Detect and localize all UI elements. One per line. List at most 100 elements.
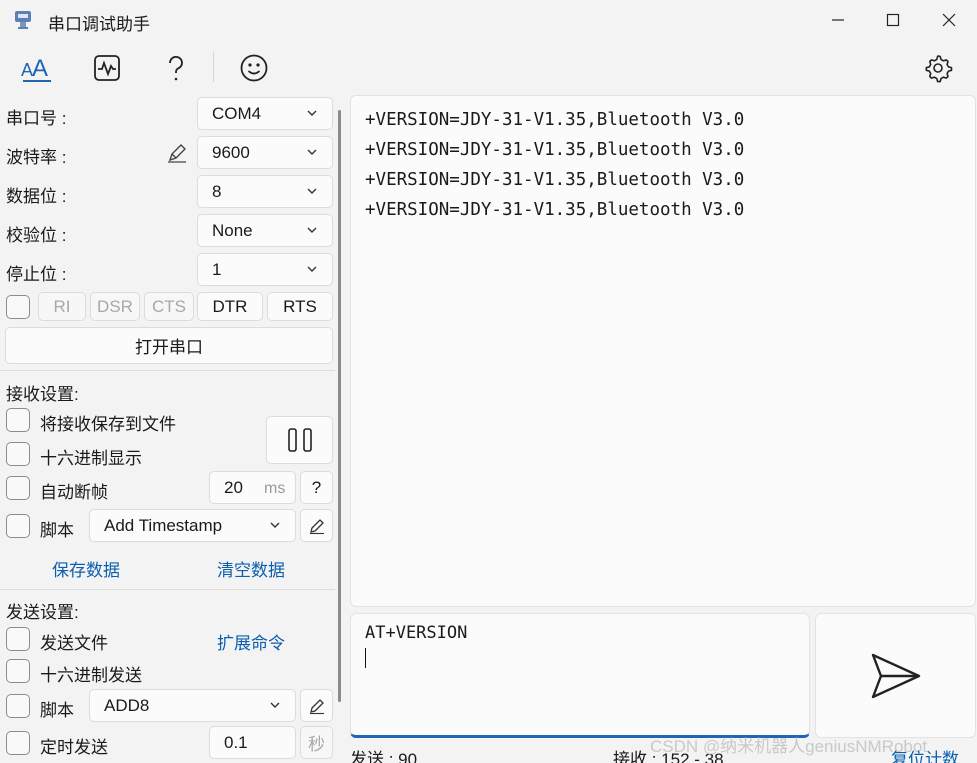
send-input[interactable]: AT+VERSION xyxy=(350,613,810,738)
waveform-toolbar-button[interactable] xyxy=(87,48,127,88)
feedback-toolbar-button[interactable] xyxy=(234,48,274,88)
close-icon xyxy=(942,13,956,27)
frame-help-button[interactable]: ? xyxy=(300,471,333,504)
question-icon xyxy=(169,55,183,81)
chevron-down-icon xyxy=(307,149,317,155)
databits-select[interactable]: 8 xyxy=(197,175,333,208)
title-bar: 串口调试助手 xyxy=(0,0,977,40)
cts-indicator: CTS xyxy=(144,292,194,321)
save-data-link[interactable]: 保存数据 xyxy=(52,556,120,581)
send-script-select[interactable]: ADD8 xyxy=(89,689,296,722)
text-caret xyxy=(365,648,366,668)
timed-send-unit: 秒 xyxy=(300,726,333,759)
font-icon: A A xyxy=(21,55,51,82)
timed-send-interval-input[interactable]: 0.1 xyxy=(209,726,296,759)
save-to-file-label: 将接收保存到文件 xyxy=(40,415,176,434)
databits-value: 8 xyxy=(212,181,222,201)
baud-value: 9600 xyxy=(212,142,250,162)
stopbits-value: 1 xyxy=(212,259,222,279)
window-title: 串口调试助手 xyxy=(48,15,150,34)
font-toolbar-button[interactable]: A A xyxy=(16,48,56,88)
port-select[interactable]: COM4 xyxy=(197,97,333,130)
save-to-file-checkbox[interactable] xyxy=(6,408,30,432)
send-script-value: ADD8 xyxy=(104,695,150,715)
pen-icon xyxy=(168,144,186,163)
chevron-down-icon xyxy=(270,522,280,528)
baud-edit-button[interactable] xyxy=(165,141,189,165)
receive-line: +VERSION=JDY-31-V1.35,Bluetooth V3.0 xyxy=(365,200,745,220)
reset-count-link[interactable]: 复位计数 xyxy=(891,745,959,763)
send-script-checkbox[interactable] xyxy=(6,694,30,718)
dsr-indicator: DSR xyxy=(90,292,140,321)
auto-frame-checkbox[interactable] xyxy=(6,476,30,500)
send-button[interactable] xyxy=(815,613,976,738)
dtr-button[interactable]: DTR xyxy=(197,292,263,321)
ri-indicator: RI xyxy=(38,292,86,321)
rts-button[interactable]: RTS xyxy=(267,292,333,321)
timed-send-label: 定时发送 xyxy=(40,738,108,757)
parity-select[interactable]: None xyxy=(197,214,333,247)
pen-icon xyxy=(309,518,324,534)
frame-timeout-unit: ms xyxy=(264,480,286,497)
hex-send-checkbox[interactable] xyxy=(6,659,30,683)
settings-toolbar-button[interactable] xyxy=(918,48,958,88)
timed-send-checkbox[interactable] xyxy=(6,731,30,755)
extend-command-link[interactable]: 扩展命令 xyxy=(217,629,285,654)
close-button[interactable] xyxy=(921,0,977,40)
chevron-down-icon xyxy=(270,702,280,708)
left-panel-scrollbar[interactable] xyxy=(338,110,341,702)
stopbits-select[interactable]: 1 xyxy=(197,253,333,286)
send-settings-title: 发送设置: xyxy=(6,603,79,622)
timed-send-interval-value: 0.1 xyxy=(224,732,248,752)
watermark: CSDN @纳米机器人geniusNMRobot xyxy=(650,737,928,756)
gear-icon xyxy=(925,55,953,83)
port-label: 串口号 : xyxy=(6,109,67,128)
waveform-icon xyxy=(94,55,120,81)
clear-data-link[interactable]: 清空数据 xyxy=(217,556,285,581)
send-file-checkbox[interactable] xyxy=(6,627,30,651)
hex-display-checkbox[interactable] xyxy=(6,442,30,466)
sent-count: 发送 : 90 xyxy=(350,750,418,763)
send-script-label: 脚本 xyxy=(40,701,74,720)
port-value: COM4 xyxy=(212,103,262,123)
maximize-button[interactable] xyxy=(865,0,921,40)
divider xyxy=(0,589,335,590)
frame-timeout-value: 20 xyxy=(224,477,243,497)
chevron-down-icon xyxy=(307,227,317,233)
parity-value: None xyxy=(212,220,253,240)
receive-line: +VERSION=JDY-31-V1.35,Bluetooth V3.0 xyxy=(365,110,745,130)
auto-frame-label: 自动断帧 xyxy=(40,483,108,502)
help-toolbar-button[interactable] xyxy=(156,48,196,88)
minimize-button[interactable] xyxy=(810,0,866,40)
stopbits-label: 停止位 : xyxy=(6,265,67,284)
pause-icon xyxy=(287,428,312,452)
smiley-icon xyxy=(240,54,268,82)
receive-script-edit-button[interactable] xyxy=(300,509,333,542)
receive-script-checkbox[interactable] xyxy=(6,514,30,538)
pause-button[interactable] xyxy=(266,416,333,464)
receive-script-value: Add Timestamp xyxy=(104,515,223,535)
send-icon xyxy=(871,653,920,698)
receive-line: +VERSION=JDY-31-V1.35,Bluetooth V3.0 xyxy=(365,140,745,160)
send-script-edit-button[interactable] xyxy=(300,689,333,722)
hex-send-label: 十六进制发送 xyxy=(40,666,142,685)
app-icon xyxy=(12,9,34,31)
baud-label: 波特率 : xyxy=(6,148,67,167)
chevron-down-icon xyxy=(307,110,317,116)
flow-control-checkbox[interactable] xyxy=(6,295,30,319)
receive-script-label: 脚本 xyxy=(40,521,74,540)
open-port-button[interactable]: 打开串口 xyxy=(5,327,333,364)
chevron-down-icon xyxy=(307,266,317,272)
svg-text:A: A xyxy=(32,55,48,82)
send-input-text: AT+VERSION xyxy=(365,623,468,643)
toolbar-separator xyxy=(213,52,214,82)
hex-display-label: 十六进制显示 xyxy=(40,449,142,468)
receive-text-area[interactable]: +VERSION=JDY-31-V1.35,Bluetooth V3.0 +VE… xyxy=(350,95,976,607)
receive-script-select[interactable]: Add Timestamp xyxy=(89,509,296,542)
chevron-down-icon xyxy=(307,188,317,194)
maximize-icon xyxy=(886,13,900,27)
databits-label: 数据位 : xyxy=(6,187,67,206)
baud-select[interactable]: 9600 xyxy=(197,136,333,169)
receive-settings-title: 接收设置: xyxy=(6,385,79,404)
send-file-label: 发送文件 xyxy=(40,634,108,653)
